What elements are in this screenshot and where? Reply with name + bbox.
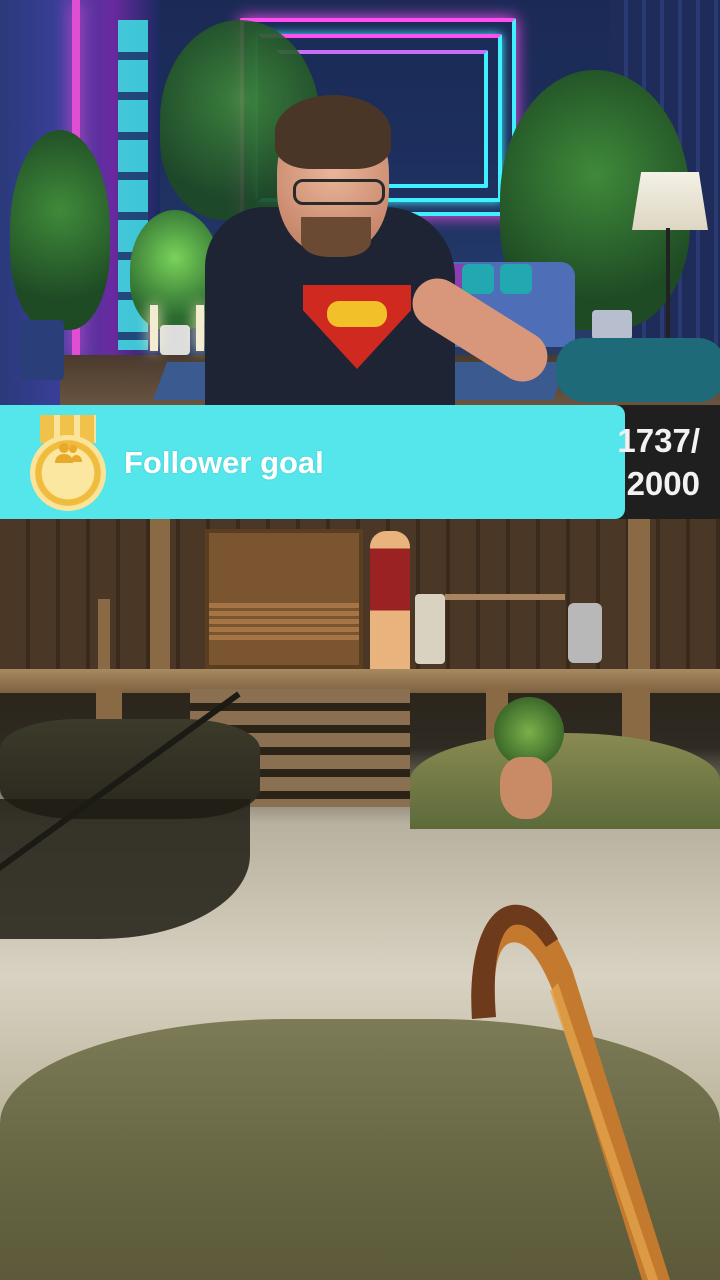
candle	[150, 305, 158, 351]
goal-count: 1737/ 2000	[590, 419, 700, 505]
candle	[196, 305, 204, 351]
pot	[592, 310, 632, 340]
goal-title: Follower goal	[124, 445, 324, 480]
chair	[415, 594, 445, 664]
glasses	[293, 179, 385, 205]
goal-target: 2000	[626, 465, 700, 502]
post	[628, 519, 650, 679]
followers-medal-icon	[30, 415, 106, 511]
npc-character	[370, 531, 410, 676]
plant-pot	[500, 757, 552, 819]
shadow	[0, 799, 250, 939]
grass	[410, 733, 720, 829]
goal-current: 1737/	[617, 422, 700, 459]
game-viewport[interactable]	[0, 519, 720, 1280]
plant	[10, 130, 110, 330]
crowbar-icon	[471, 904, 670, 1280]
lamp	[632, 172, 708, 230]
pot	[160, 325, 190, 355]
follower-goal-widget: Follower goal 1737/ 2000	[0, 405, 720, 519]
webcam-feed	[0, 0, 720, 405]
table	[445, 594, 565, 650]
barrel	[568, 603, 602, 663]
users-icon	[55, 443, 82, 463]
streamer	[205, 95, 557, 405]
hut-door	[205, 529, 363, 669]
lamp-pole	[666, 228, 670, 338]
ottoman	[556, 338, 720, 402]
pot	[20, 320, 64, 380]
post	[150, 519, 170, 679]
